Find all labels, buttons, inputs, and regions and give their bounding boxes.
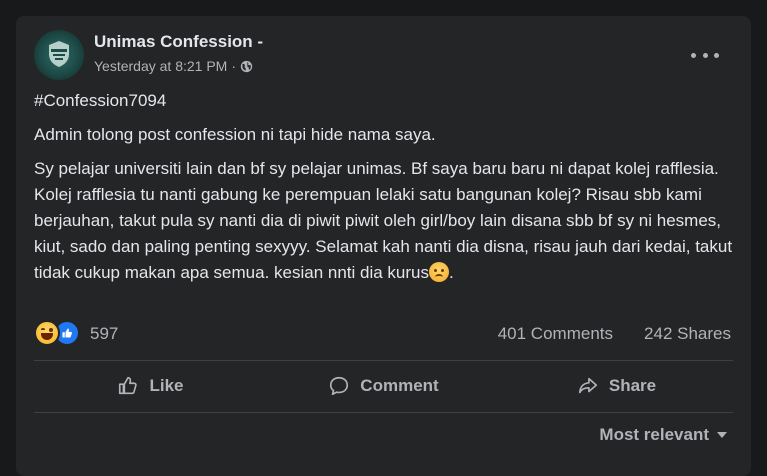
divider [34, 412, 733, 413]
sort-label: Most relevant [599, 425, 709, 444]
like-label: Like [149, 376, 184, 395]
meta-separator: · [231, 58, 237, 74]
post-header: Unimas Confession - Yesterday at 8:21 PM… [34, 30, 737, 80]
reaction-icons[interactable] [34, 320, 84, 346]
post-card: Unimas Confession - Yesterday at 8:21 PM… [16, 16, 751, 476]
page-avatar[interactable] [34, 30, 84, 80]
more-dot [702, 52, 708, 58]
share-button[interactable]: Share [500, 366, 733, 406]
haha-reaction-icon [34, 320, 60, 346]
more-options-icon[interactable] [691, 44, 719, 66]
comments-count[interactable]: 401 Comments [498, 324, 613, 344]
page-name[interactable]: Unimas Confession - [94, 32, 263, 52]
reaction-count[interactable]: 597 [90, 324, 118, 344]
divider [34, 360, 733, 361]
post-body: Sy pelajar universiti lain dan bf sy pel… [34, 159, 733, 282]
globe-icon[interactable] [240, 60, 253, 73]
action-bar: Like Comment Share [34, 366, 733, 406]
shares-count[interactable]: 242 Shares [644, 324, 731, 344]
sad-face-emoji [429, 262, 450, 282]
reactions-bar: 597 401 Comments 242 Shares [34, 320, 731, 348]
comment-label: Comment [360, 376, 439, 395]
post-meta: Yesterday at 8:21 PM · [94, 58, 253, 74]
share-label: Share [608, 376, 657, 395]
comment-button[interactable]: Comment [267, 366, 500, 406]
chevron-down-icon [717, 432, 727, 438]
comment-sort-dropdown[interactable]: Most relevant [599, 425, 727, 445]
comment-icon [330, 376, 349, 396]
post-timestamp[interactable]: Yesterday at 8:21 PM [94, 58, 227, 74]
post-text-line: Admin tolong post confession ni tapi hid… [34, 125, 436, 144]
post-hashtag[interactable]: #Confession7094 [34, 88, 735, 114]
more-dot [691, 52, 696, 58]
thumbs-up-icon [119, 376, 138, 395]
share-icon [578, 377, 597, 394]
post-body-text: Sy pelajar universiti lain dan bf sy pel… [34, 159, 733, 282]
thumbs-up-icon [62, 328, 72, 338]
more-dot [714, 52, 719, 58]
unimas-logo-icon [49, 41, 69, 67]
like-button[interactable]: Like [34, 366, 267, 406]
